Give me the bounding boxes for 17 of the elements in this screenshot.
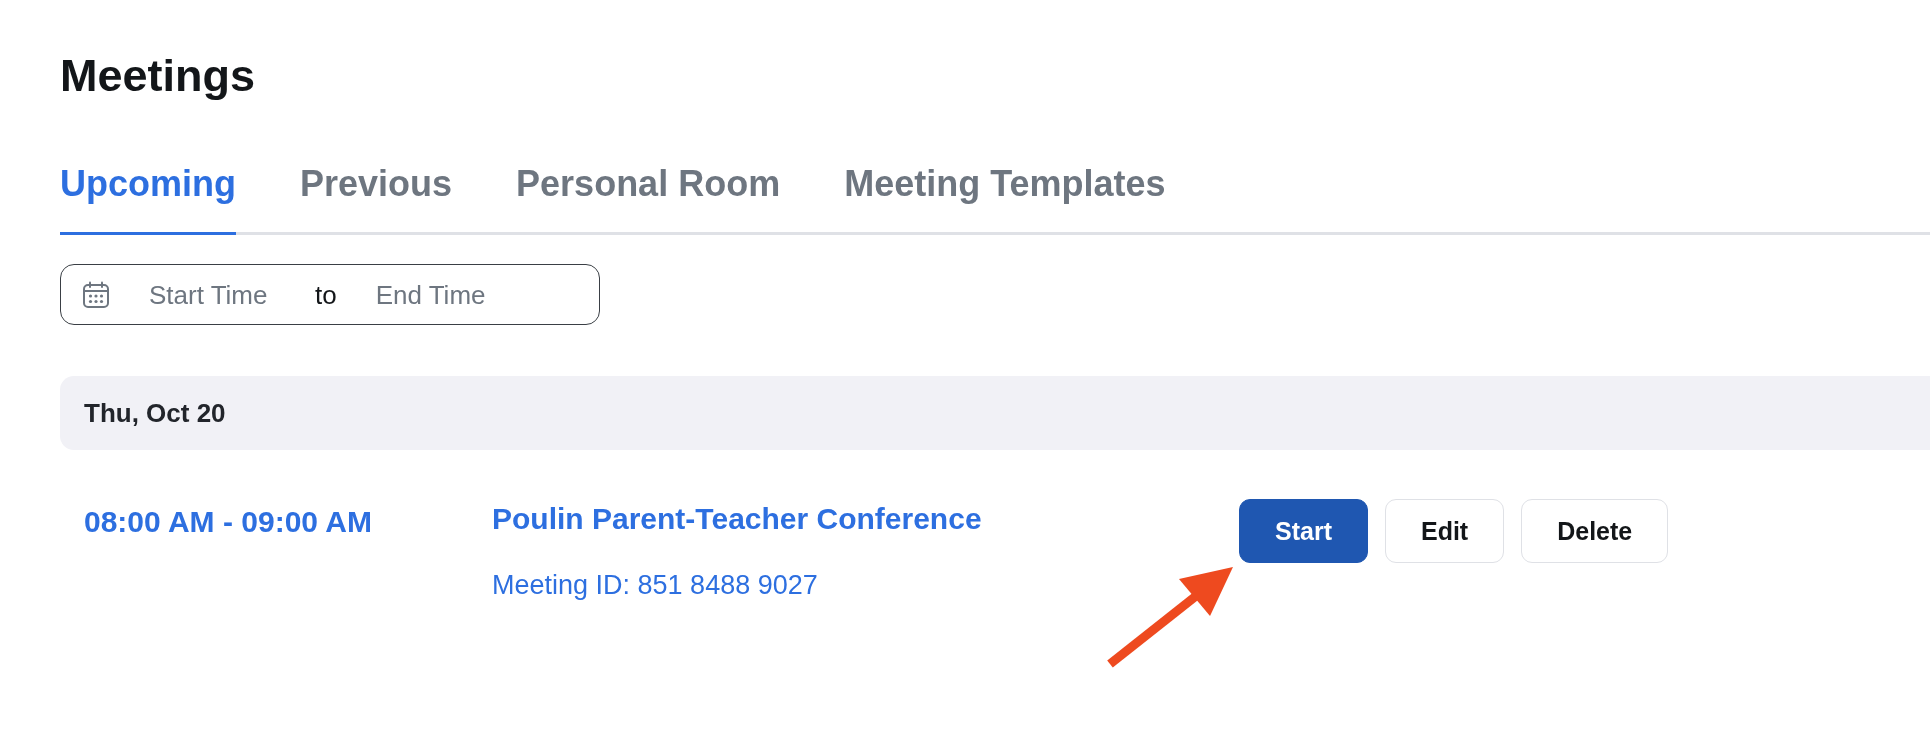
tab[interactable]: Meeting Templates xyxy=(844,162,1166,235)
start-time-input[interactable]: Start Time xyxy=(149,278,289,311)
date-heading: Thu, Oct 20 xyxy=(84,397,226,429)
primary-button[interactable]: Start xyxy=(1239,499,1368,563)
tab[interactable]: Previous xyxy=(300,162,453,235)
page-title: Meetings xyxy=(60,49,257,103)
secondary-button[interactable]: Edit xyxy=(1384,499,1505,563)
end-time-input[interactable]: End Time xyxy=(375,278,536,311)
meeting-time-link[interactable]: 08:00 AM - 09:00 AM xyxy=(84,504,492,540)
calendar-icon xyxy=(82,280,110,309)
secondary-button[interactable]: Delete xyxy=(1521,499,1669,563)
date-range-field[interactable]: Start Time to End Time xyxy=(60,264,600,325)
tab[interactable]: Upcoming xyxy=(60,162,236,235)
meeting-topic-link[interactable]: Poulin Parent-Teacher Conference xyxy=(492,501,982,537)
meeting-id-text: Meeting ID: 851 8488 9027 xyxy=(492,569,818,602)
range-separator: to xyxy=(315,278,337,311)
tab[interactable]: Personal Room xyxy=(516,162,781,235)
